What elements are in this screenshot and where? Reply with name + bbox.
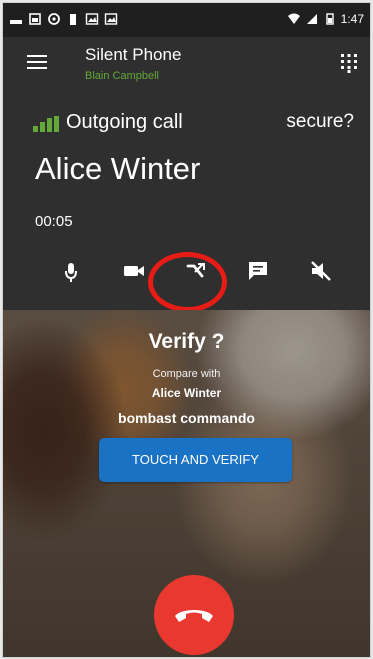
compare-name: Alice Winter — [151, 386, 222, 400]
hangup-button[interactable] — [154, 575, 234, 655]
app-subtitle: Blain Campbell — [85, 70, 159, 82]
call-timer: 00:05 — [35, 213, 73, 230]
phone-screen: 1:47 Silent Phone Blain Campbell Outgoin… — [2, 2, 371, 658]
image-icon — [29, 13, 41, 25]
chat-icon[interactable] — [245, 258, 271, 284]
call-state-label: Outgoing call — [66, 111, 183, 133]
signal-icon — [306, 14, 317, 24]
battery-icon — [325, 13, 334, 25]
photo-icon — [104, 13, 118, 25]
microphone-icon[interactable] — [58, 258, 84, 284]
app-bar: Silent Phone Blain Campbell — [3, 37, 370, 99]
battery-saver-icon — [70, 14, 76, 25]
sas-words: bombast commando — [118, 410, 255, 426]
photo-icon — [85, 13, 99, 25]
mute-icon[interactable] — [308, 258, 334, 284]
status-bar: 1:47 — [3, 3, 370, 37]
video-icon[interactable] — [121, 258, 147, 284]
status-notification-icons — [9, 12, 118, 26]
wifi-icon — [287, 13, 300, 24]
hangup-icon — [175, 610, 213, 622]
compare-label: Compare with — [152, 368, 221, 380]
menu-icon[interactable] — [27, 55, 47, 69]
highlight-ring — [148, 252, 227, 312]
call-header: Outgoing call secure? Alice Winter 00:05 — [3, 99, 370, 312]
circle-icon — [48, 13, 60, 25]
touch-and-verify-button[interactable]: TOUCH AND VERIFY — [99, 438, 292, 482]
status-system-area: 1:47 — [287, 12, 364, 26]
security-status[interactable]: secure? — [286, 111, 354, 133]
status-time: 1:47 — [340, 12, 364, 26]
notification-icon — [10, 20, 22, 24]
call-signal-icon — [33, 116, 59, 132]
caller-name: Alice Winter — [35, 151, 201, 186]
app-title: Silent Phone — [85, 45, 182, 64]
verify-title: Verify ? — [148, 330, 225, 353]
dialpad-icon[interactable] — [340, 53, 358, 73]
contact-photo: Verify ? Compare with Alice Winter bomba… — [3, 310, 370, 657]
